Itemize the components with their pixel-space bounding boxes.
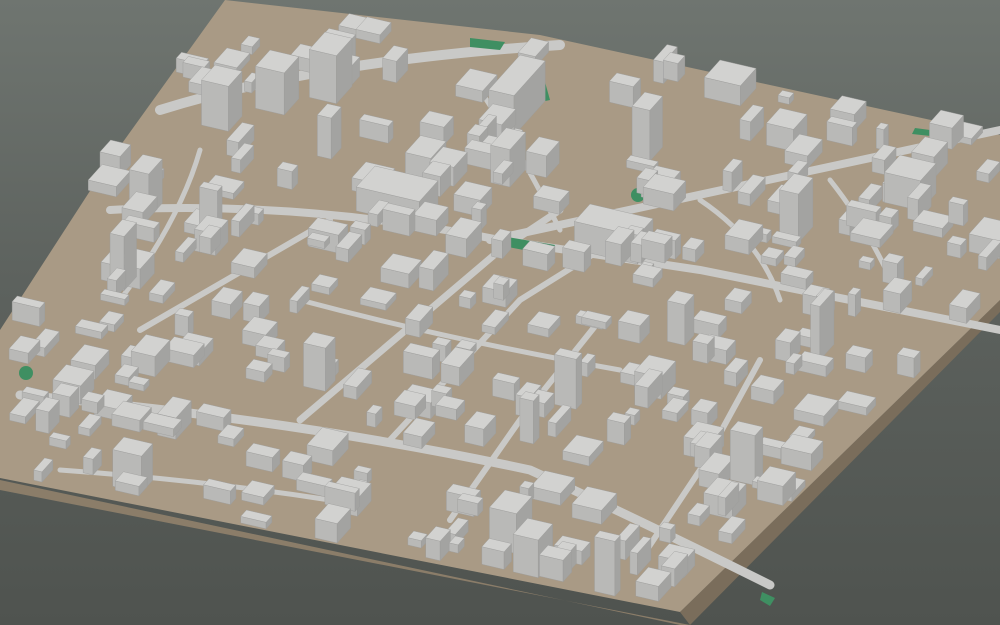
building-face-front xyxy=(491,238,503,260)
building xyxy=(858,255,875,271)
building xyxy=(539,545,573,583)
building xyxy=(631,91,663,162)
building-face-front xyxy=(605,240,622,267)
building-face-front xyxy=(201,79,229,132)
building-face-front xyxy=(606,418,625,446)
building-face-front xyxy=(977,255,987,271)
building-face-front xyxy=(653,59,664,84)
building-face-front xyxy=(174,313,189,338)
building-face-front xyxy=(382,57,397,83)
building-face-front xyxy=(513,533,539,578)
building xyxy=(777,90,795,105)
building-face-front xyxy=(289,299,298,314)
building-face-front xyxy=(231,157,241,174)
city-model-canvas[interactable] xyxy=(0,0,1000,625)
building-face-front xyxy=(775,339,791,363)
building xyxy=(692,332,715,365)
building xyxy=(382,202,416,237)
building-face-front xyxy=(554,354,577,410)
building-face-front xyxy=(418,266,434,292)
building-face-front xyxy=(199,235,212,255)
building-face-side xyxy=(614,534,621,597)
building-face-front xyxy=(493,282,504,301)
building xyxy=(658,521,676,544)
building-face-front xyxy=(629,551,638,576)
building-face-front xyxy=(244,80,252,94)
building-face-front xyxy=(594,536,616,597)
building xyxy=(481,538,512,570)
building-face-side xyxy=(533,394,540,445)
building xyxy=(201,64,243,132)
building-face-front xyxy=(667,300,686,346)
building xyxy=(847,287,862,318)
city-model-viewport[interactable] xyxy=(0,0,1000,625)
building-face-front xyxy=(663,59,679,82)
building xyxy=(641,230,673,264)
building-face-front xyxy=(255,65,285,116)
building xyxy=(519,391,540,445)
building xyxy=(522,240,556,272)
building-face-front xyxy=(35,408,50,434)
building xyxy=(946,235,967,259)
building xyxy=(554,347,583,410)
building xyxy=(948,196,969,227)
building-face-front xyxy=(231,219,240,238)
building xyxy=(402,342,441,381)
building xyxy=(562,239,592,273)
building-face-front xyxy=(630,242,642,264)
building xyxy=(606,411,632,446)
building-face-front xyxy=(276,167,293,190)
building xyxy=(666,290,695,346)
building-face-front xyxy=(309,49,337,104)
building-face-front xyxy=(730,429,756,486)
building-face-side xyxy=(575,352,582,410)
building-face-front xyxy=(547,421,557,438)
building xyxy=(317,103,342,160)
building-face-front xyxy=(717,495,726,517)
building xyxy=(276,161,299,191)
building xyxy=(729,420,764,486)
building-face-front xyxy=(847,293,856,318)
building-face-front xyxy=(317,114,332,160)
building-face-front xyxy=(692,340,708,364)
building xyxy=(255,49,300,116)
building xyxy=(594,530,621,597)
building xyxy=(896,347,921,379)
building-face-front xyxy=(810,304,821,361)
building-face-front xyxy=(634,384,649,409)
building xyxy=(779,173,814,244)
park-area xyxy=(760,592,775,606)
building-face-front xyxy=(366,411,376,428)
building xyxy=(662,52,686,83)
building-face-front xyxy=(519,397,534,445)
tree-icon xyxy=(19,366,33,380)
building-face-front xyxy=(82,456,94,476)
building-face-front xyxy=(425,537,441,561)
building-face-front xyxy=(722,169,733,193)
building xyxy=(303,331,336,392)
building xyxy=(845,344,873,374)
building-face-front xyxy=(303,342,326,392)
building-face-front xyxy=(739,119,751,142)
building-face-front xyxy=(948,201,964,227)
building xyxy=(309,31,353,105)
building-face-front xyxy=(785,361,795,375)
building-face-front xyxy=(631,106,651,162)
